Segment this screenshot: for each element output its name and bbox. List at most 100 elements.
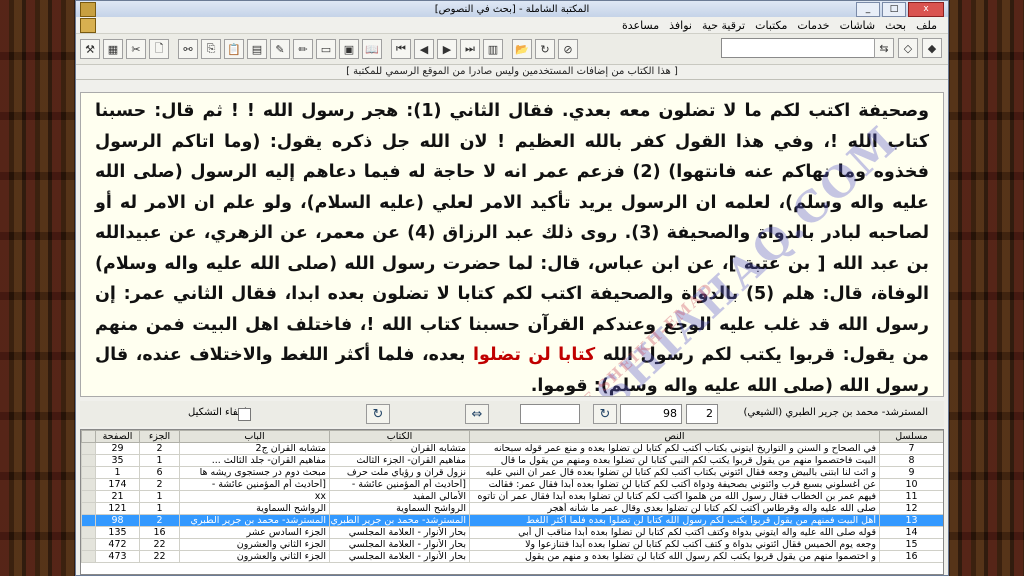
cell-page: 174 bbox=[95, 478, 140, 491]
user-book-notice: [ هذا الكتاب من إضافات المستخدمين وليس ص… bbox=[76, 65, 948, 80]
row-selector bbox=[81, 442, 96, 455]
results-grid[interactable]: الصفحة الجزء الباب الكتاب النص مسلسل 29 2… bbox=[80, 429, 944, 575]
results-row[interactable]: 35 1 مفاهيم القرآن- جلد الثالث ... مفاهيم ا… bbox=[81, 454, 943, 467]
col-part-header[interactable]: الجزء bbox=[139, 430, 180, 443]
cell-part: 6 bbox=[139, 466, 180, 479]
part-number-field[interactable]: 2 bbox=[686, 404, 718, 424]
paste-icon[interactable]: 📋 bbox=[224, 39, 244, 59]
cell-text: صلى الله عليه واله وقرطاس أكتب لكم كتابا… bbox=[469, 502, 880, 515]
cell-page: 135 bbox=[95, 526, 140, 539]
app-window: المكتبة الشاملة - [بحث في النصوص] _ □ x … bbox=[75, 0, 949, 576]
copy-icon[interactable]: ⎘ bbox=[201, 39, 221, 59]
cell-part: 1 bbox=[139, 490, 180, 503]
menu-libraries[interactable]: مكتبات bbox=[750, 19, 792, 32]
stop-icon[interactable]: ⊘ bbox=[558, 39, 578, 59]
refresh-left-icon[interactable]: ↻ bbox=[366, 404, 390, 424]
highlighted-match: كتابا لن تضلوا bbox=[472, 345, 596, 365]
cell-book: بحار الأنوار - العلامة المجلسي bbox=[329, 538, 470, 551]
results-row[interactable]: 98 2 المسترشد- محمد بن جرير الطبري المسترشد… bbox=[81, 514, 943, 527]
col-serial-header[interactable]: مسلسل bbox=[879, 430, 943, 443]
results-row[interactable]: 121 1 الرواشح السماوية الرواشح السماوية صلى … bbox=[81, 502, 943, 515]
tools-icon[interactable]: ⚒ bbox=[80, 39, 100, 59]
results-header-row: الصفحة الجزء الباب الكتاب النص مسلسل bbox=[81, 430, 943, 443]
cell-serial: 7 bbox=[879, 442, 943, 455]
next-icon[interactable]: ▶ bbox=[437, 39, 457, 59]
col-chapter-header[interactable]: الباب bbox=[179, 430, 330, 443]
prev-icon[interactable]: ◀ bbox=[414, 39, 434, 59]
cell-text: و اختصموا منهم من يقول قربوا يكتب لكم رس… bbox=[469, 550, 880, 563]
col-book-header[interactable]: الكتاب bbox=[329, 430, 470, 443]
results-table: الصفحة الجزء الباب الكتاب النص مسلسل 29 2… bbox=[81, 430, 943, 563]
refresh-right-icon[interactable]: ↻ bbox=[593, 404, 617, 424]
row-selector bbox=[81, 526, 96, 539]
open-icon[interactable]: 📂 bbox=[512, 39, 532, 59]
cell-text: عن أغسلوني بسبع قرب وائتوني بصحيفة ودواة… bbox=[469, 478, 880, 491]
cut-icon[interactable]: ✂ bbox=[126, 39, 146, 59]
cell-chapter: الجزء السادس عشر bbox=[179, 526, 330, 539]
clear-icon[interactable]: ▭ bbox=[316, 39, 336, 59]
cell-page: 98 bbox=[95, 514, 140, 527]
cell-serial: 13 bbox=[879, 514, 943, 527]
menu-search[interactable]: بحث bbox=[880, 19, 911, 32]
results-row[interactable]: 21 1 xx الأمالي المفيد فيهم عمر بن الخطاب فق… bbox=[81, 490, 943, 503]
cell-text: قوله صلى الله عليه واله ايتوني بدواة وكت… bbox=[469, 526, 880, 539]
col-text-header[interactable]: النص bbox=[469, 430, 880, 443]
cell-page: 1 bbox=[95, 466, 140, 479]
new-icon[interactable]: 🗋 bbox=[149, 39, 169, 59]
first-icon[interactable]: ⏮ bbox=[391, 39, 411, 59]
cell-page: 472 bbox=[95, 538, 140, 551]
results-row[interactable]: 135 16 الجزء السادس عشر بحار الأنوار - العل… bbox=[81, 526, 943, 539]
col-page-header[interactable]: الصفحة bbox=[95, 430, 140, 443]
row-selector bbox=[81, 538, 96, 551]
cell-serial: 11 bbox=[879, 490, 943, 503]
close-button[interactable]: x bbox=[908, 2, 944, 17]
results-row[interactable]: 174 2 [أحاديث أم المؤمنين عائشة - [أحاديث أ… bbox=[81, 478, 943, 491]
book-icon[interactable]: 📖 bbox=[362, 39, 382, 59]
results-row[interactable]: 1 6 مبحث دوم در جستجوی ریشه ها نزول قرآن و … bbox=[81, 466, 943, 479]
menu-services[interactable]: خدمات bbox=[792, 19, 834, 32]
menu-windows[interactable]: نوافذ bbox=[664, 19, 697, 32]
last-icon[interactable]: ⏭ bbox=[460, 39, 480, 59]
cell-book: نزول قرآن و رؤياي ملت حرف bbox=[329, 466, 470, 479]
menu-live-update[interactable]: ترقية حية bbox=[697, 19, 750, 32]
refresh-icon[interactable]: ↻ bbox=[535, 39, 555, 59]
page-number-field[interactable]: 98 bbox=[620, 404, 682, 424]
results-row[interactable]: 29 2 متشابه القرآن ج2 متشابه القرآن في الصحا… bbox=[81, 442, 943, 455]
toolbar-search-input[interactable] bbox=[721, 38, 881, 58]
grid-icon[interactable]: ▤ bbox=[247, 39, 267, 59]
results-row[interactable]: 472 22 الجزء الثاني والعشرون بحار الأنوار -… bbox=[81, 538, 943, 551]
menu-file[interactable]: ملف bbox=[911, 19, 942, 32]
compare-icon[interactable]: ⇆ bbox=[874, 38, 894, 58]
edit-icon[interactable]: ✎ bbox=[270, 39, 290, 59]
cell-text: فيهم عمر بن الخطاب فقال رسول الله من هلم… bbox=[469, 490, 880, 503]
cell-book: [أحاديث أم المؤمنين عائشة - bbox=[329, 478, 470, 491]
back-arrows-button[interactable]: ⇔ bbox=[465, 404, 489, 424]
minimize-button[interactable]: _ bbox=[856, 2, 880, 17]
maximize-button[interactable]: □ bbox=[882, 2, 906, 17]
results-row[interactable]: 473 22 الجزء الثاني والعشرون بحار الأنوار -… bbox=[81, 550, 943, 563]
cell-text: و ائت لنا ابتنى بالبيض وجعه فقال ائتوني … bbox=[469, 466, 880, 479]
row-selector-header bbox=[81, 430, 96, 443]
cell-text: البيت فاختصموا منهم من يقول قربوا يكتب ل… bbox=[469, 454, 880, 467]
library-icon[interactable]: ▥ bbox=[483, 39, 503, 59]
current-book-label: المسترشد- محمد بن جرير الطبري (الشيعي) bbox=[743, 407, 928, 418]
row-selector bbox=[81, 502, 96, 515]
menu-help[interactable]: مساعدة bbox=[617, 19, 664, 32]
cell-serial: 15 bbox=[879, 538, 943, 551]
part-search-field[interactable] bbox=[520, 404, 580, 424]
cell-text: في الصحاح و السنن و التواريخ ايتوني بكتا… bbox=[469, 442, 880, 455]
calc-icon[interactable]: ▦ bbox=[103, 39, 123, 59]
book-text-pane[interactable]: وصحيفة اكتب لكم ما لا تضلون معه بعدي. فق… bbox=[80, 92, 944, 397]
print-icon[interactable]: ▣ bbox=[339, 39, 359, 59]
bookmark-icon[interactable]: ◆ bbox=[922, 38, 942, 58]
tag-icon[interactable]: ◇ bbox=[898, 38, 918, 58]
hide-diacritics-checkbox[interactable] bbox=[238, 408, 251, 421]
menu-screens[interactable]: شاشات bbox=[835, 19, 881, 32]
binoculars-icon[interactable]: ⚯ bbox=[178, 39, 198, 59]
cell-book: متشابه القرآن bbox=[329, 442, 470, 455]
cell-page: 35 bbox=[95, 454, 140, 467]
toolbar: ⚒ ▦ ✂ 🗋 ⚯ ⎘ 📋 ▤ ✎ ✏ ▭ ▣ 📖 ⏮ ◀ ▶ ⏭ ▥ 📂 ↻ ⊘ ⇆ ◇ ◆ bbox=[76, 34, 948, 65]
cell-page: 29 bbox=[95, 442, 140, 455]
cell-book: بحار الأنوار - العلامة المجلسي bbox=[329, 550, 470, 563]
pen-icon[interactable]: ✏ bbox=[293, 39, 313, 59]
